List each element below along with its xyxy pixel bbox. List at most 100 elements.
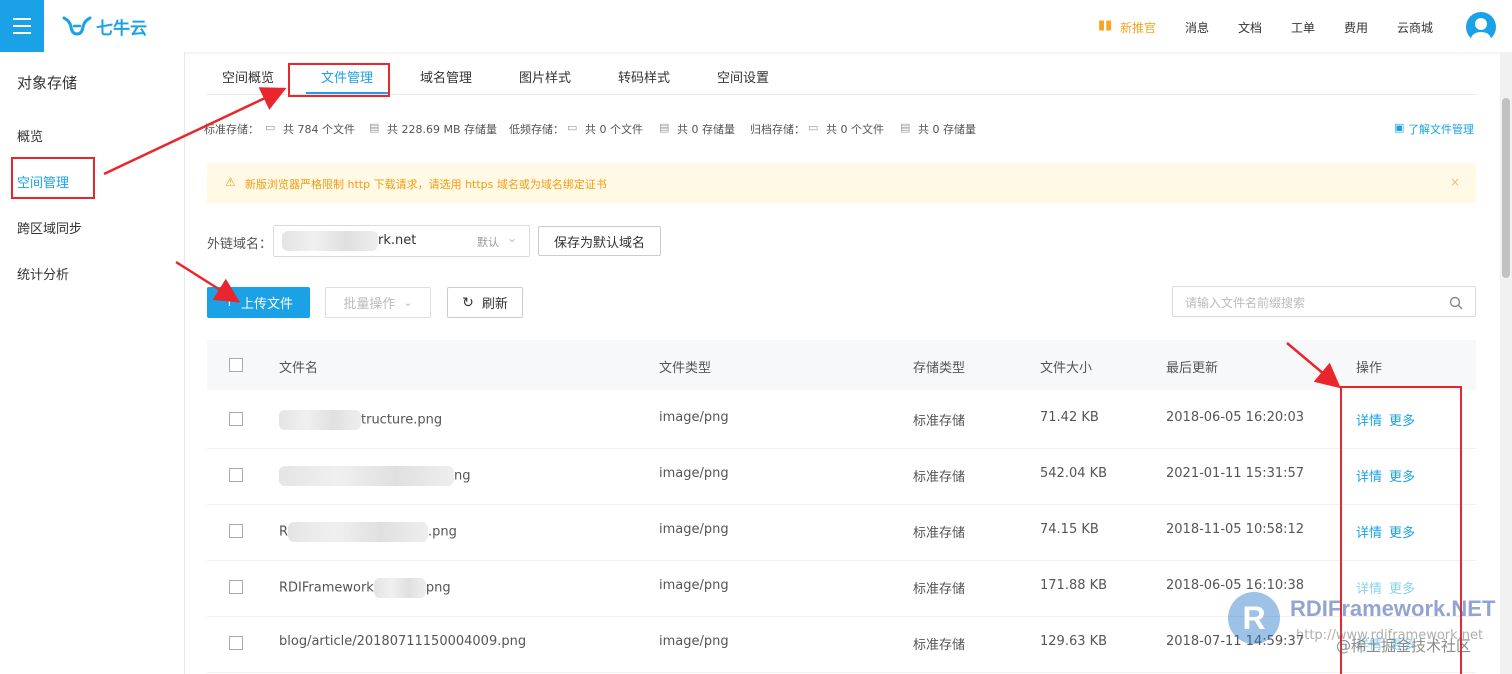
save-default-domain-button[interactable]: 保存为默认域名 <box>538 226 661 256</box>
table-header: 文件名 文件类型 存储类型 文件大小 最后更新 操作 <box>207 340 1476 390</box>
gift-icon: ▮▮ <box>1098 18 1113 33</box>
brand-logo[interactable]: 七牛云 <box>62 14 147 39</box>
redacted-text <box>279 466 454 486</box>
row-checkbox[interactable] <box>229 580 243 594</box>
file-size-cell: 74.15 KB <box>1040 522 1099 537</box>
archive-storage-size: 共 0 存储量 <box>918 123 976 136</box>
row-checkbox[interactable] <box>229 468 243 482</box>
standard-storage-label: 标准存储： <box>204 123 259 136</box>
refresh-icon: ↻ <box>462 294 474 311</box>
nav-tickets[interactable]: 工单 <box>1291 19 1315 36</box>
default-tag: 默认 <box>477 236 499 249</box>
more-link[interactable]: 更多 <box>1389 522 1415 541</box>
last-updated-cell: 2021-01-11 15:31:57 <box>1166 466 1305 481</box>
watermark-logo-icon: R <box>1228 592 1280 644</box>
batch-operations-button[interactable]: 批量操作 ⌄ <box>325 287 431 318</box>
table-row: R .png image/png 标准存储 74.15 KB 2018-11-05… <box>207 504 1476 561</box>
chevron-down-icon: ⌄ <box>507 231 518 245</box>
search-placeholder: 请输入文件名前缀搜索 <box>1185 296 1306 310</box>
close-icon[interactable]: × <box>1450 175 1460 189</box>
file-name-cell[interactable]: tructure.png <box>279 410 442 430</box>
scrollbar-thumb[interactable] <box>1502 98 1510 278</box>
select-all-checkbox[interactable] <box>229 358 243 372</box>
details-link[interactable]: 详情 <box>1356 522 1382 541</box>
file-type-cell: image/png <box>659 466 729 481</box>
domain-select[interactable]: rk.net 默认 ⌄ <box>273 225 530 257</box>
nav-marketplace[interactable]: 云商城 <box>1397 19 1433 36</box>
tab-file-management[interactable]: 文件管理 <box>321 67 373 86</box>
file-type-cell: image/png <box>659 578 729 593</box>
user-icon <box>1471 18 1491 42</box>
file-search-input[interactable]: 请输入文件名前缀搜索 <box>1172 286 1476 317</box>
upload-file-button[interactable]: ↑ 上传文件 <box>207 287 310 318</box>
standard-storage-size: 共 228.69 MB 存储量 <box>387 123 498 136</box>
low-freq-storage-label: 低频存储： <box>509 123 564 136</box>
tab-domain-management[interactable]: 域名管理 <box>420 67 472 86</box>
col-last-updated[interactable]: 最后更新 <box>1166 357 1218 376</box>
row-checkbox[interactable] <box>229 524 243 538</box>
search-icon[interactable] <box>1449 296 1463 310</box>
refresh-button[interactable]: ↻ 刷新 <box>447 287 523 318</box>
top-bar: 七牛云 ▮▮ 新推官 消息 文档 工单 费用 云商城 <box>0 0 1512 52</box>
storage-type-cell: 标准存储 <box>913 470 966 485</box>
table-row: blog/article/20180711150004009.png image… <box>207 616 1476 673</box>
nav-docs[interactable]: 文档 <box>1238 19 1262 36</box>
sidebar-item-statistics[interactable]: 统计分析 <box>17 264 69 283</box>
col-file-name[interactable]: 文件名 <box>279 357 318 376</box>
tab-bucket-settings[interactable]: 空间设置 <box>717 67 769 86</box>
nav-billing[interactable]: 费用 <box>1344 19 1368 36</box>
more-link[interactable]: 更多 <box>1389 466 1415 485</box>
doc-icon: ▣ <box>1394 121 1405 134</box>
row-checkbox[interactable] <box>229 412 243 426</box>
batch-operations-label: 批量操作 <box>343 297 396 312</box>
active-tab-indicator <box>306 92 390 94</box>
storage-type-cell: 标准存储 <box>913 582 966 597</box>
tab-image-styles[interactable]: 图片样式 <box>519 67 571 86</box>
file-name-cell[interactable]: blog/article/20180711150004009.png <box>279 634 526 649</box>
file-name-cell[interactable]: ng <box>279 466 471 486</box>
menu-icon[interactable] <box>0 0 44 52</box>
file-type-cell: image/png <box>659 522 729 537</box>
nav-messages[interactable]: 消息 <box>1185 19 1209 36</box>
tab-transcode-styles[interactable]: 转码样式 <box>618 67 670 86</box>
col-file-type[interactable]: 文件类型 <box>659 357 711 376</box>
table-row: ng image/png 标准存储 542.04 KB 2021-01-11 1… <box>207 448 1476 505</box>
watermark-title: RDIFramework.NET <box>1290 596 1496 621</box>
table-row: RDIFramework png image/png 标准存储 171.88 KB… <box>207 560 1476 617</box>
storage-icon: ▤ <box>369 121 380 134</box>
storage-type-cell: 标准存储 <box>913 638 966 653</box>
sidebar-item-overview[interactable]: 概览 <box>17 126 43 145</box>
archive-storage-label: 归档存储： <box>750 123 805 136</box>
more-link[interactable]: 更多 <box>1389 578 1415 597</box>
refresh-label: 刷新 <box>481 297 508 312</box>
qiniu-logo-icon <box>62 16 92 36</box>
table-row: tructure.png image/png 标准存储 71.42 KB 201… <box>207 392 1476 449</box>
row-checkbox[interactable] <box>229 636 243 650</box>
nav-new-promo[interactable]: 新推官 <box>1120 19 1156 36</box>
sidebar-item-bucket-management[interactable]: 空间管理 <box>17 172 69 191</box>
warning-icon: ⚠ <box>225 175 236 189</box>
details-link[interactable]: 详情 <box>1356 410 1382 429</box>
file-size-cell: 71.42 KB <box>1040 410 1099 425</box>
more-link[interactable]: 更多 <box>1389 410 1415 429</box>
page-scrollbar[interactable] <box>1500 52 1512 674</box>
file-type-cell: image/png <box>659 410 729 425</box>
storage-icon: ▤ <box>900 121 911 134</box>
folder-icon: ▭ <box>567 121 578 134</box>
tab-bucket-overview[interactable]: 空间概览 <box>222 67 274 86</box>
last-updated-cell: 2018-06-05 16:10:38 <box>1166 578 1305 593</box>
upload-file-label: 上传文件 <box>240 297 293 312</box>
tabs-divider <box>207 94 1477 95</box>
sidebar-item-cross-region-sync[interactable]: 跨区域同步 <box>17 218 82 237</box>
low-freq-file-count: 共 0 个文件 <box>585 123 643 136</box>
sidebar-title: 对象存储 <box>17 74 78 92</box>
details-link[interactable]: 详情 <box>1356 578 1382 597</box>
details-link[interactable]: 详情 <box>1356 466 1382 485</box>
avatar[interactable] <box>1466 12 1496 42</box>
sidebar <box>0 52 185 674</box>
col-storage-type[interactable]: 存储类型 <box>913 357 965 376</box>
col-file-size[interactable]: 文件大小 <box>1040 357 1092 376</box>
learn-file-management-link[interactable]: 了解文件管理 <box>1408 121 1474 137</box>
file-name-cell[interactable]: R .png <box>279 522 457 542</box>
file-name-cell[interactable]: RDIFramework png <box>279 578 451 598</box>
